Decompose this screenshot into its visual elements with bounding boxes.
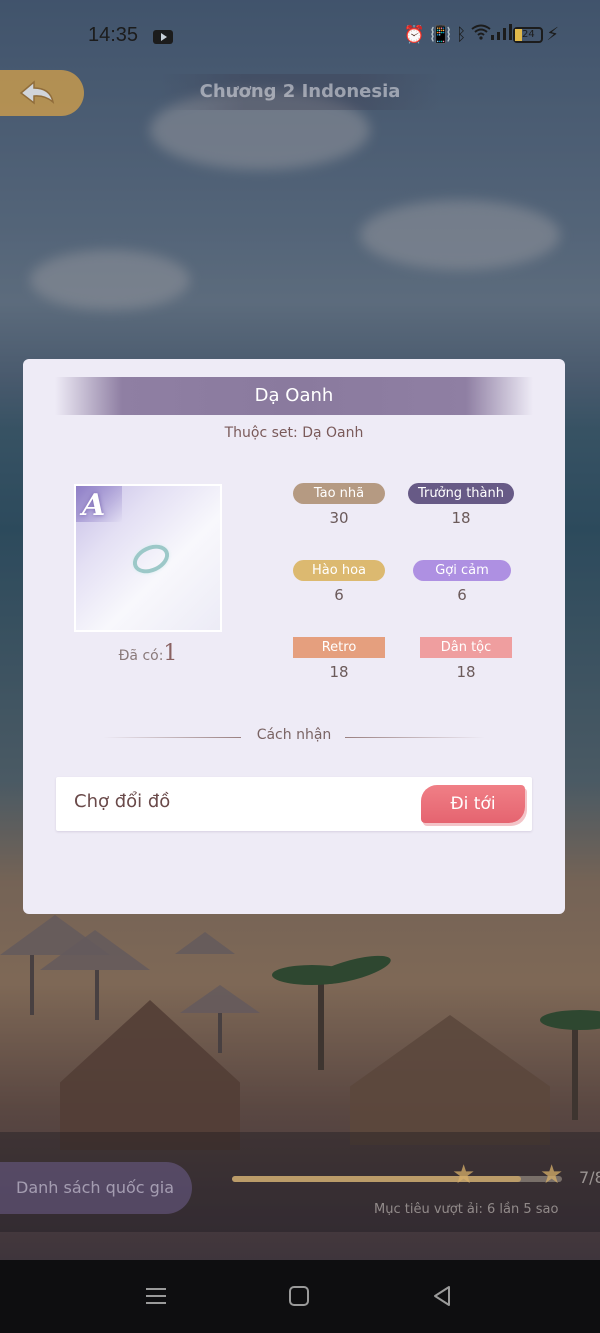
- status-bar: 14:35 ⏰ 📳 ᛒ 24 ⚡: [0, 0, 600, 74]
- acquire-heading: Cách nhận: [256, 727, 332, 743]
- stat-dan-toc: Dân tộc 18: [420, 637, 512, 681]
- stat-value: 18: [329, 663, 349, 681]
- stat-tao-nha: Tao nhã 30: [293, 483, 385, 527]
- country-list-button[interactable]: Danh sách quốc gia: [0, 1162, 192, 1214]
- charging-icon: ⚡: [546, 24, 564, 45]
- item-image-card[interactable]: A: [74, 484, 222, 632]
- owned-line: Đã có:1: [74, 641, 222, 666]
- stat-goi-cam: Gợi cảm 6: [413, 560, 511, 604]
- vibrate-icon: 📳: [429, 24, 457, 45]
- star-icon: ★: [540, 1160, 564, 1190]
- stat-label: Dân tộc: [420, 637, 512, 658]
- item-detail-dialog: Dạ Oanh Thuộc set: Dạ Oanh A Đã có:1 Tao…: [23, 359, 565, 914]
- stat-value: 18: [451, 509, 471, 527]
- stat-value: 6: [457, 586, 467, 604]
- stat-label: Gợi cảm: [413, 560, 511, 581]
- stage-progress-bar: [232, 1176, 562, 1182]
- menu-icon: [146, 1288, 166, 1304]
- acquire-source-name: Chợ đổi đồ: [74, 791, 171, 812]
- acquire-source-row: Chợ đổi đồ Đi tới: [56, 777, 532, 831]
- stat-value: 30: [329, 509, 349, 527]
- bracelet-item-icon: [128, 539, 174, 579]
- back-triangle-icon: [434, 1286, 450, 1306]
- wifi-icon: [471, 24, 491, 45]
- star-icon: ★: [452, 1160, 476, 1190]
- stat-label: Hào hoa: [293, 560, 385, 581]
- item-name: Dạ Oanh: [55, 377, 533, 415]
- progress-count: 7/8: [579, 1168, 600, 1187]
- battery-level: 24: [521, 28, 535, 40]
- owned-label: Đã có:: [118, 648, 164, 664]
- status-icons: ⏰ 📳 ᛒ 24 ⚡: [404, 24, 564, 45]
- divider: [345, 737, 485, 738]
- status-time: 14:35: [88, 24, 139, 46]
- home-square-icon: [289, 1286, 309, 1306]
- youtube-icon: [153, 30, 173, 44]
- home-button[interactable]: [283, 1280, 315, 1312]
- navigation-bar: [0, 1260, 600, 1333]
- stat-value: 6: [334, 586, 344, 604]
- signal-icon: [491, 24, 513, 45]
- stat-label: Tao nhã: [293, 483, 385, 504]
- stat-label: Retro: [293, 637, 385, 658]
- back-arrow-icon: [19, 80, 55, 105]
- go-button[interactable]: Đi tới: [421, 785, 525, 823]
- stat-value: 18: [456, 663, 476, 681]
- back-nav-button[interactable]: [426, 1280, 458, 1312]
- stage-progress-fill: [232, 1176, 521, 1182]
- bluetooth-icon: ᛒ: [456, 24, 472, 45]
- stat-label: Trưởng thành: [408, 483, 514, 504]
- stat-retro: Retro 18: [293, 637, 385, 681]
- item-set-label: Thuộc set: Dạ Oanh: [224, 425, 364, 441]
- stat-hao-hoa: Hào hoa 6: [293, 560, 385, 604]
- recent-apps-button[interactable]: [140, 1280, 172, 1312]
- back-button[interactable]: [0, 70, 84, 116]
- owned-count: 1: [163, 641, 178, 666]
- stat-truong-thanh: Trưởng thành 18: [408, 483, 514, 527]
- chapter-title: Chương 2 Indonesia: [160, 74, 440, 110]
- battery-icon: 24: [513, 26, 544, 43]
- stage-goal-text: Mục tiêu vượt ải: 6 lần 5 sao: [374, 1202, 559, 1217]
- alarm-icon: ⏰: [403, 24, 430, 45]
- grade-badge: A: [82, 488, 106, 523]
